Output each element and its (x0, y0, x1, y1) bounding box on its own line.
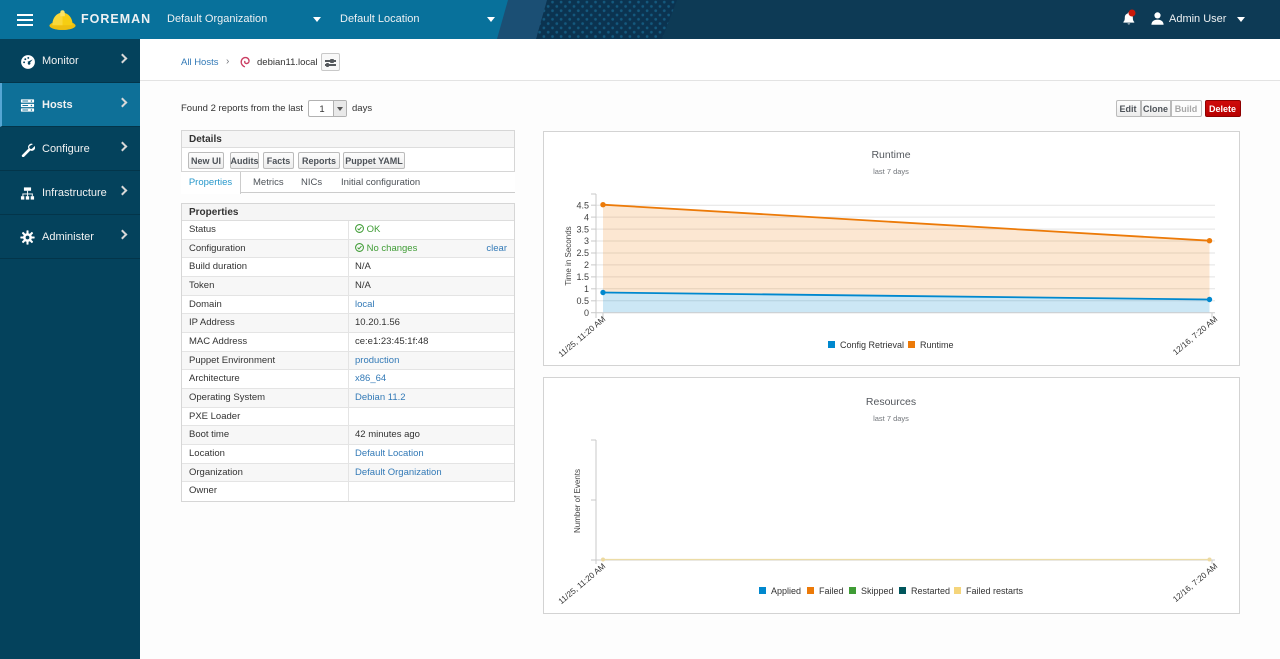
svg-text:Config Retrieval: Config Retrieval (840, 340, 904, 350)
svg-text:3.5: 3.5 (576, 224, 589, 234)
svg-text:1: 1 (584, 284, 589, 294)
svg-text:Resources: Resources (866, 396, 916, 408)
svg-text:1.5: 1.5 (576, 272, 589, 282)
svg-text:Restarted: Restarted (911, 586, 950, 596)
svg-text:3: 3 (584, 236, 589, 246)
svg-text:Runtime: Runtime (871, 149, 910, 161)
svg-text:11/25, 11:20 AM: 11/25, 11:20 AM (557, 315, 608, 360)
svg-text:12/16, 7:20 AM: 12/16, 7:20 AM (1171, 315, 1219, 357)
svg-text:4: 4 (584, 212, 589, 222)
svg-text:11/25, 11:20 AM: 11/25, 11:20 AM (557, 562, 608, 607)
svg-text:last 7 days: last 7 days (873, 167, 909, 176)
svg-text:0: 0 (584, 308, 589, 318)
svg-text:Time in Seconds: Time in Seconds (564, 226, 573, 285)
svg-text:Failed: Failed (819, 586, 844, 596)
svg-text:Number of Events: Number of Events (573, 469, 582, 533)
svg-text:Skipped: Skipped (861, 586, 894, 596)
svg-text:Applied: Applied (771, 586, 801, 596)
svg-text:Runtime: Runtime (920, 340, 954, 350)
svg-text:4.5: 4.5 (576, 200, 589, 210)
svg-text:Failed restarts: Failed restarts (966, 586, 1024, 596)
svg-text:last 7 days: last 7 days (873, 414, 909, 423)
svg-text:2: 2 (584, 260, 589, 270)
svg-text:12/16, 7:20 AM: 12/16, 7:20 AM (1171, 562, 1219, 604)
svg-text:2.5: 2.5 (576, 248, 589, 258)
svg-text:0.5: 0.5 (576, 296, 589, 306)
